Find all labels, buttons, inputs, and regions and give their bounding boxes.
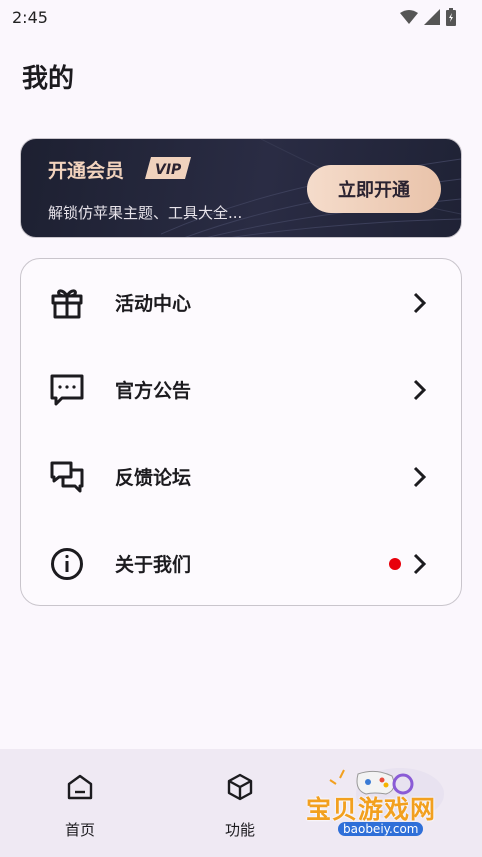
nav-label: 功能 bbox=[224, 821, 255, 839]
menu-item-label: 关于我们 bbox=[115, 554, 192, 576]
watermark-text: 宝贝游戏网 bbox=[306, 795, 437, 824]
gift-icon bbox=[49, 285, 85, 321]
menu-item-label: 活动中心 bbox=[115, 293, 192, 315]
menu-item-label: 官方公告 bbox=[115, 380, 192, 402]
nav-item-features[interactable]: 功能 bbox=[180, 749, 300, 857]
chevron-right-icon bbox=[413, 553, 427, 574]
watermark-url: baobeiy.com bbox=[338, 822, 424, 836]
page-title: 我的 bbox=[22, 64, 75, 94]
vip-subtitle: 解锁仿苹果主题、工具大全... bbox=[48, 204, 243, 222]
battery-icon bbox=[446, 8, 456, 26]
forum-icon bbox=[49, 459, 85, 495]
menu-item-feedback-forum[interactable]: 反馈论坛 bbox=[21, 433, 461, 520]
wifi-icon bbox=[400, 10, 418, 24]
menu-item-activity-center[interactable]: 活动中心 bbox=[21, 259, 461, 346]
status-bar: 2:45 bbox=[0, 0, 482, 34]
status-icons bbox=[400, 8, 456, 26]
chevron-right-icon bbox=[413, 379, 427, 400]
menu-item-announcements[interactable]: 官方公告 bbox=[21, 346, 461, 433]
info-icon bbox=[49, 546, 85, 582]
nav-label: 首页 bbox=[64, 821, 95, 839]
message-dots-icon bbox=[49, 372, 85, 408]
nav-item-home[interactable]: 首页 bbox=[20, 749, 140, 857]
activate-vip-button[interactable]: 立即开通 bbox=[307, 165, 441, 213]
signal-icon bbox=[424, 9, 440, 25]
vip-card[interactable]: 开通会员 VIP 解锁仿苹果主题、工具大全... 立即开通 bbox=[20, 138, 462, 238]
vip-badge-text: VIP bbox=[155, 162, 182, 178]
menu-card: 活动中心 官方公告 反馈论坛 关于我们 bbox=[20, 258, 462, 606]
status-time: 2:45 bbox=[12, 7, 48, 27]
chevron-right-icon bbox=[413, 466, 427, 487]
vip-badge: VIP bbox=[145, 157, 191, 179]
home-icon bbox=[67, 774, 93, 800]
menu-item-label: 反馈论坛 bbox=[115, 467, 192, 489]
chevron-right-icon bbox=[413, 292, 427, 313]
vip-title: 开通会员 bbox=[48, 160, 125, 182]
notification-dot bbox=[389, 557, 401, 570]
cube-icon bbox=[227, 773, 253, 801]
menu-item-about-us[interactable]: 关于我们 bbox=[21, 520, 461, 607]
watermark-logo: 宝贝游戏网 baobeiy.com bbox=[300, 764, 456, 848]
